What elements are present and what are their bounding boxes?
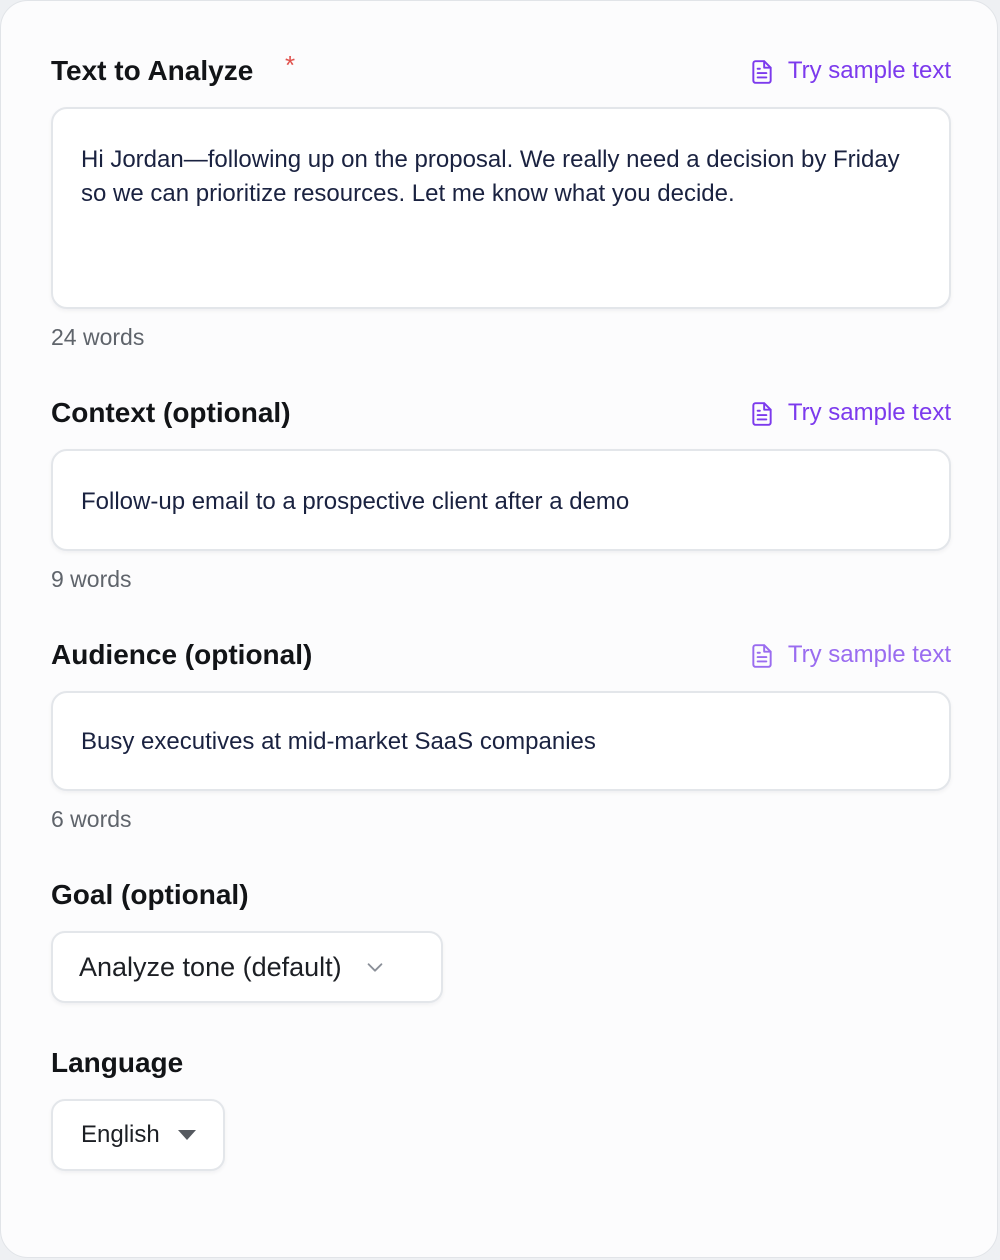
document-icon	[749, 642, 775, 668]
language-select[interactable]: English	[51, 1099, 225, 1171]
goal-field-label: Goal (optional)	[51, 879, 249, 910]
language-field-header: Language	[51, 1043, 951, 1083]
audience-field-label: Audience (optional)	[51, 639, 313, 670]
context-field-header: Context (optional) Try sample text	[51, 393, 951, 433]
text-word-count: 24 words	[51, 324, 145, 350]
analyze-form-card: Text to Analyze * Try sample text Hi Jor…	[0, 0, 998, 1258]
text-field-header: Text to Analyze * Try sample text	[51, 50, 951, 91]
text-try-sample-label: Try sample text	[787, 57, 951, 84]
text-to-analyze-input[interactable]: Hi Jordan—following up on the proposal. …	[51, 107, 951, 309]
caret-down-icon	[176, 1128, 198, 1142]
audience-try-sample-button[interactable]: Try sample text	[749, 635, 951, 675]
context-field-label: Context (optional)	[51, 397, 291, 428]
context-input[interactable]: Follow-up email to a prospective client …	[51, 449, 951, 551]
context-try-sample-label: Try sample text	[787, 399, 951, 426]
document-icon	[749, 400, 775, 426]
goal-field-header: Goal (optional)	[51, 875, 951, 915]
goal-select[interactable]: Analyze tone (default)	[51, 931, 443, 1003]
language-selected-value: English	[81, 1121, 160, 1148]
context-word-count: 9 words	[51, 566, 132, 592]
audience-try-sample-label: Try sample text	[787, 641, 951, 668]
document-icon	[749, 58, 775, 84]
text-field-label: Text to Analyze	[51, 55, 254, 86]
language-field-label: Language	[51, 1047, 184, 1078]
text-try-sample-button[interactable]: Try sample text	[749, 51, 951, 91]
context-try-sample-button[interactable]: Try sample text	[749, 393, 951, 433]
audience-word-count: 6 words	[51, 806, 132, 832]
audience-input[interactable]: Busy executives at mid-market SaaS compa…	[51, 691, 951, 791]
audience-field-header: Audience (optional) Try sample text	[51, 635, 951, 675]
chevron-down-icon	[364, 956, 386, 978]
required-indicator: *	[285, 50, 296, 80]
goal-selected-value: Analyze tone (default)	[79, 951, 342, 982]
